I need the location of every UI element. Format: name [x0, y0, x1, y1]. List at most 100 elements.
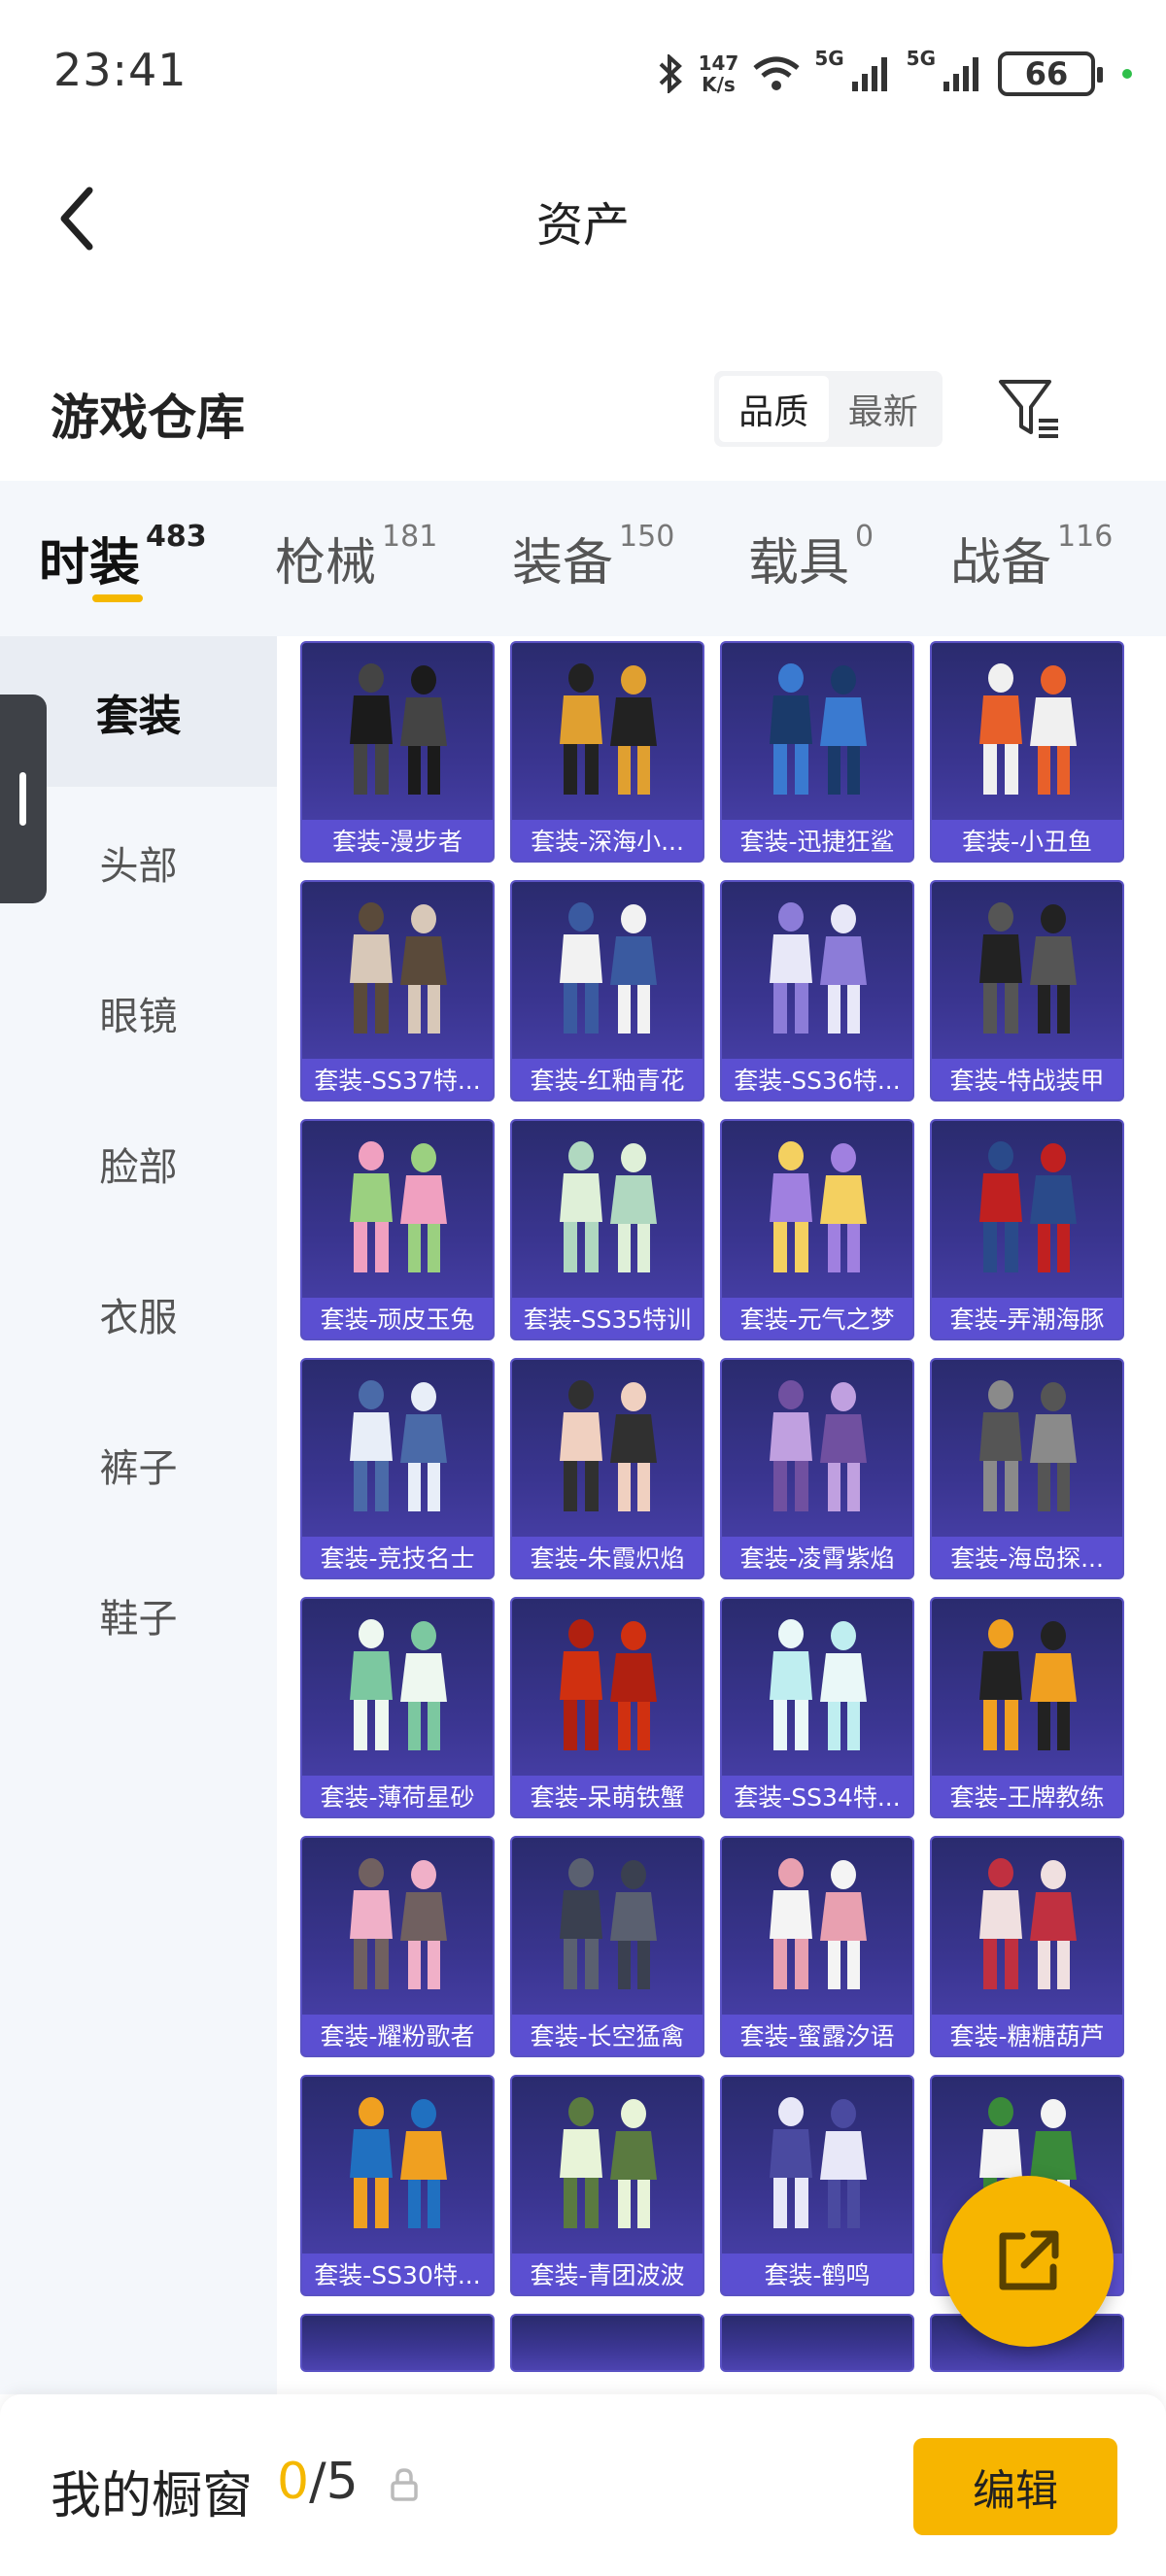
item-label: 套装-漫步者: [302, 820, 493, 861]
outfit-thumbnail: [512, 643, 703, 826]
sim1-label: 5G: [814, 47, 844, 70]
page-title: 资产: [535, 198, 630, 253]
item-card[interactable]: 套装-长空猛禽: [510, 1836, 704, 2057]
sort-quality-option[interactable]: 品质: [719, 376, 829, 442]
item-card[interactable]: 套装-漫步者: [300, 641, 495, 863]
item-label: 套装-顽皮玉兔: [302, 1298, 493, 1339]
item-label: 套装-SS37特...: [302, 1059, 493, 1100]
outfit-thumbnail: [512, 1838, 703, 2020]
item-label: 套装-弄潮海豚: [932, 1298, 1122, 1339]
item-card[interactable]: 套装-鹤鸣: [720, 2075, 914, 2296]
outfit-thumbnail: [932, 1599, 1122, 1781]
item-card[interactable]: 套装-迅捷狂鲨: [720, 641, 914, 863]
item-label: 套装-特战装甲: [932, 1059, 1122, 1100]
item-card[interactable]: 套装-顽皮玉兔: [300, 1119, 495, 1340]
sim2-label: 5G: [906, 47, 936, 70]
item-label: 套装-王牌教练: [932, 1776, 1122, 1816]
item-card[interactable]: 套装-蜜露汐语: [720, 1836, 914, 2057]
item-card[interactable]: 套装-SS36特...: [720, 880, 914, 1102]
privacy-dot: [1122, 69, 1132, 79]
item-card[interactable]: 套装-小丑鱼: [930, 641, 1124, 863]
tab-fashion[interactable]: 时装 483: [39, 520, 207, 594]
outfit-thumbnail: [722, 1121, 912, 1304]
item-card[interactable]: 套装-竞技名士: [300, 1358, 495, 1579]
item-card[interactable]: 套装-海岛探...: [930, 1358, 1124, 1579]
sort-newest-option[interactable]: 最新: [829, 376, 939, 442]
item-label: 套装-糖糖葫芦: [932, 2015, 1122, 2055]
item-card[interactable]: 套装-SS34特...: [720, 1597, 914, 1818]
item-card[interactable]: 套装-红釉青花: [510, 880, 704, 1102]
item-label: 套装-SS35特训: [512, 1298, 703, 1339]
lock-icon: [391, 2468, 418, 2501]
item-card[interactable]: 套装-呆萌铁蟹: [510, 1597, 704, 1818]
sidebar-item-face[interactable]: 脸部: [0, 1088, 277, 1238]
outfit-thumbnail: [932, 1838, 1122, 2020]
outfit-thumbnail: [302, 1838, 493, 2020]
item-label: 套装-青团波波: [512, 2254, 703, 2294]
outfit-thumbnail: [932, 1360, 1122, 1542]
signal-icon: [851, 57, 887, 91]
item-label: 套装-薄荷星砂: [302, 1776, 493, 1816]
tab-firearms[interactable]: 枪械 181: [275, 520, 437, 594]
item-card[interactable]: 套装-薄荷星砂: [300, 1597, 495, 1818]
item-label: 套装-元气之梦: [722, 1298, 912, 1339]
sidebar-item-glasses[interactable]: 眼镜: [0, 937, 277, 1088]
active-tab-indicator: [92, 594, 143, 602]
outfit-thumbnail: [932, 882, 1122, 1065]
item-card[interactable]: 套装-特战装甲: [930, 880, 1124, 1102]
floating-side-handle[interactable]: [0, 695, 47, 903]
outfit-thumbnail: [722, 882, 912, 1065]
item-label: 套装-蜜露汐语: [722, 2015, 912, 2055]
item-card[interactable]: 套装-糖糖葫芦: [930, 1836, 1124, 2057]
item-label: 套装-深海小...: [512, 820, 703, 861]
sidebar-item-pants[interactable]: 裤子: [0, 1389, 277, 1540]
edit-button[interactable]: 编辑: [913, 2438, 1117, 2535]
bluetooth-icon: [659, 54, 682, 93]
sort-toggle: 品质 最新: [714, 371, 943, 447]
top-navigation: 资产: [0, 146, 1166, 282]
outfit-thumbnail: [512, 1599, 703, 1781]
share-button[interactable]: [943, 2176, 1114, 2347]
sidebar-item-shoes[interactable]: 鞋子: [0, 1540, 277, 1690]
item-card[interactable]: 套装-SS37特...: [300, 880, 495, 1102]
tab-vehicles[interactable]: 载具 0: [748, 520, 874, 594]
item-card[interactable]: 套装-元气之梦: [720, 1119, 914, 1340]
sidebar-item-clothes[interactable]: 衣服: [0, 1238, 277, 1389]
status-bar: 23:41 147 K/s 5G 5G 66: [0, 0, 1166, 146]
item-label: 套装-凌霄紫焰: [722, 1537, 912, 1577]
item-grid: 套装-漫步者 套装-深海小... 套装-迅捷狂鲨 套装-小丑鱼套装-SS37特... 套…: [277, 636, 1166, 2394]
outfit-thumbnail: [302, 1360, 493, 1542]
outfit-thumbnail: [302, 882, 493, 1065]
showcase-title: 我的橱窗: [51, 2467, 254, 2525]
item-card[interactable]: 套装-SS35特训: [510, 1119, 704, 1340]
outfit-thumbnail: [932, 1121, 1122, 1304]
item-card[interactable]: 套装-王牌教练: [930, 1597, 1124, 1818]
item-card[interactable]: 套装-弄潮海豚: [930, 1119, 1124, 1340]
item-card[interactable]: 套装-深海小...: [510, 641, 704, 863]
warehouse-header: 游戏仓库 品质 最新: [0, 350, 1166, 466]
item-card[interactable]: 套装-耀粉歌者: [300, 1836, 495, 2057]
filter-icon: [999, 380, 1058, 438]
item-card-partial[interactable]: [300, 2314, 495, 2372]
tab-supplies[interactable]: 战备 116: [950, 520, 1113, 594]
item-card[interactable]: 套装-朱霞炽焰: [510, 1358, 704, 1579]
item-card[interactable]: 套装-凌霄紫焰: [720, 1358, 914, 1579]
outfit-thumbnail: [302, 643, 493, 826]
net-speed: 147 K/s: [698, 51, 739, 96]
outfit-thumbnail: [722, 1360, 912, 1542]
outfit-thumbnail: [932, 643, 1122, 826]
tab-equipment[interactable]: 装备 150: [512, 520, 674, 594]
item-card-partial[interactable]: [510, 2314, 704, 2372]
status-icons: 147 K/s 5G 5G 66: [656, 47, 1132, 101]
wifi-icon: [753, 56, 800, 90]
item-card[interactable]: 套装-青团波波: [510, 2075, 704, 2296]
item-label: 套装-耀粉歌者: [302, 2015, 493, 2055]
item-card-partial[interactable]: [720, 2314, 914, 2372]
item-label: 套装-鹤鸣: [722, 2254, 912, 2294]
filter-button[interactable]: [996, 374, 1064, 442]
item-card[interactable]: 套装-SS30特...: [300, 2075, 495, 2296]
item-label: 套装-长空猛禽: [512, 2015, 703, 2055]
item-label: 套装-呆萌铁蟹: [512, 1776, 703, 1816]
share-external-icon: [999, 2230, 1059, 2290]
signal-icon-2: [943, 57, 978, 91]
